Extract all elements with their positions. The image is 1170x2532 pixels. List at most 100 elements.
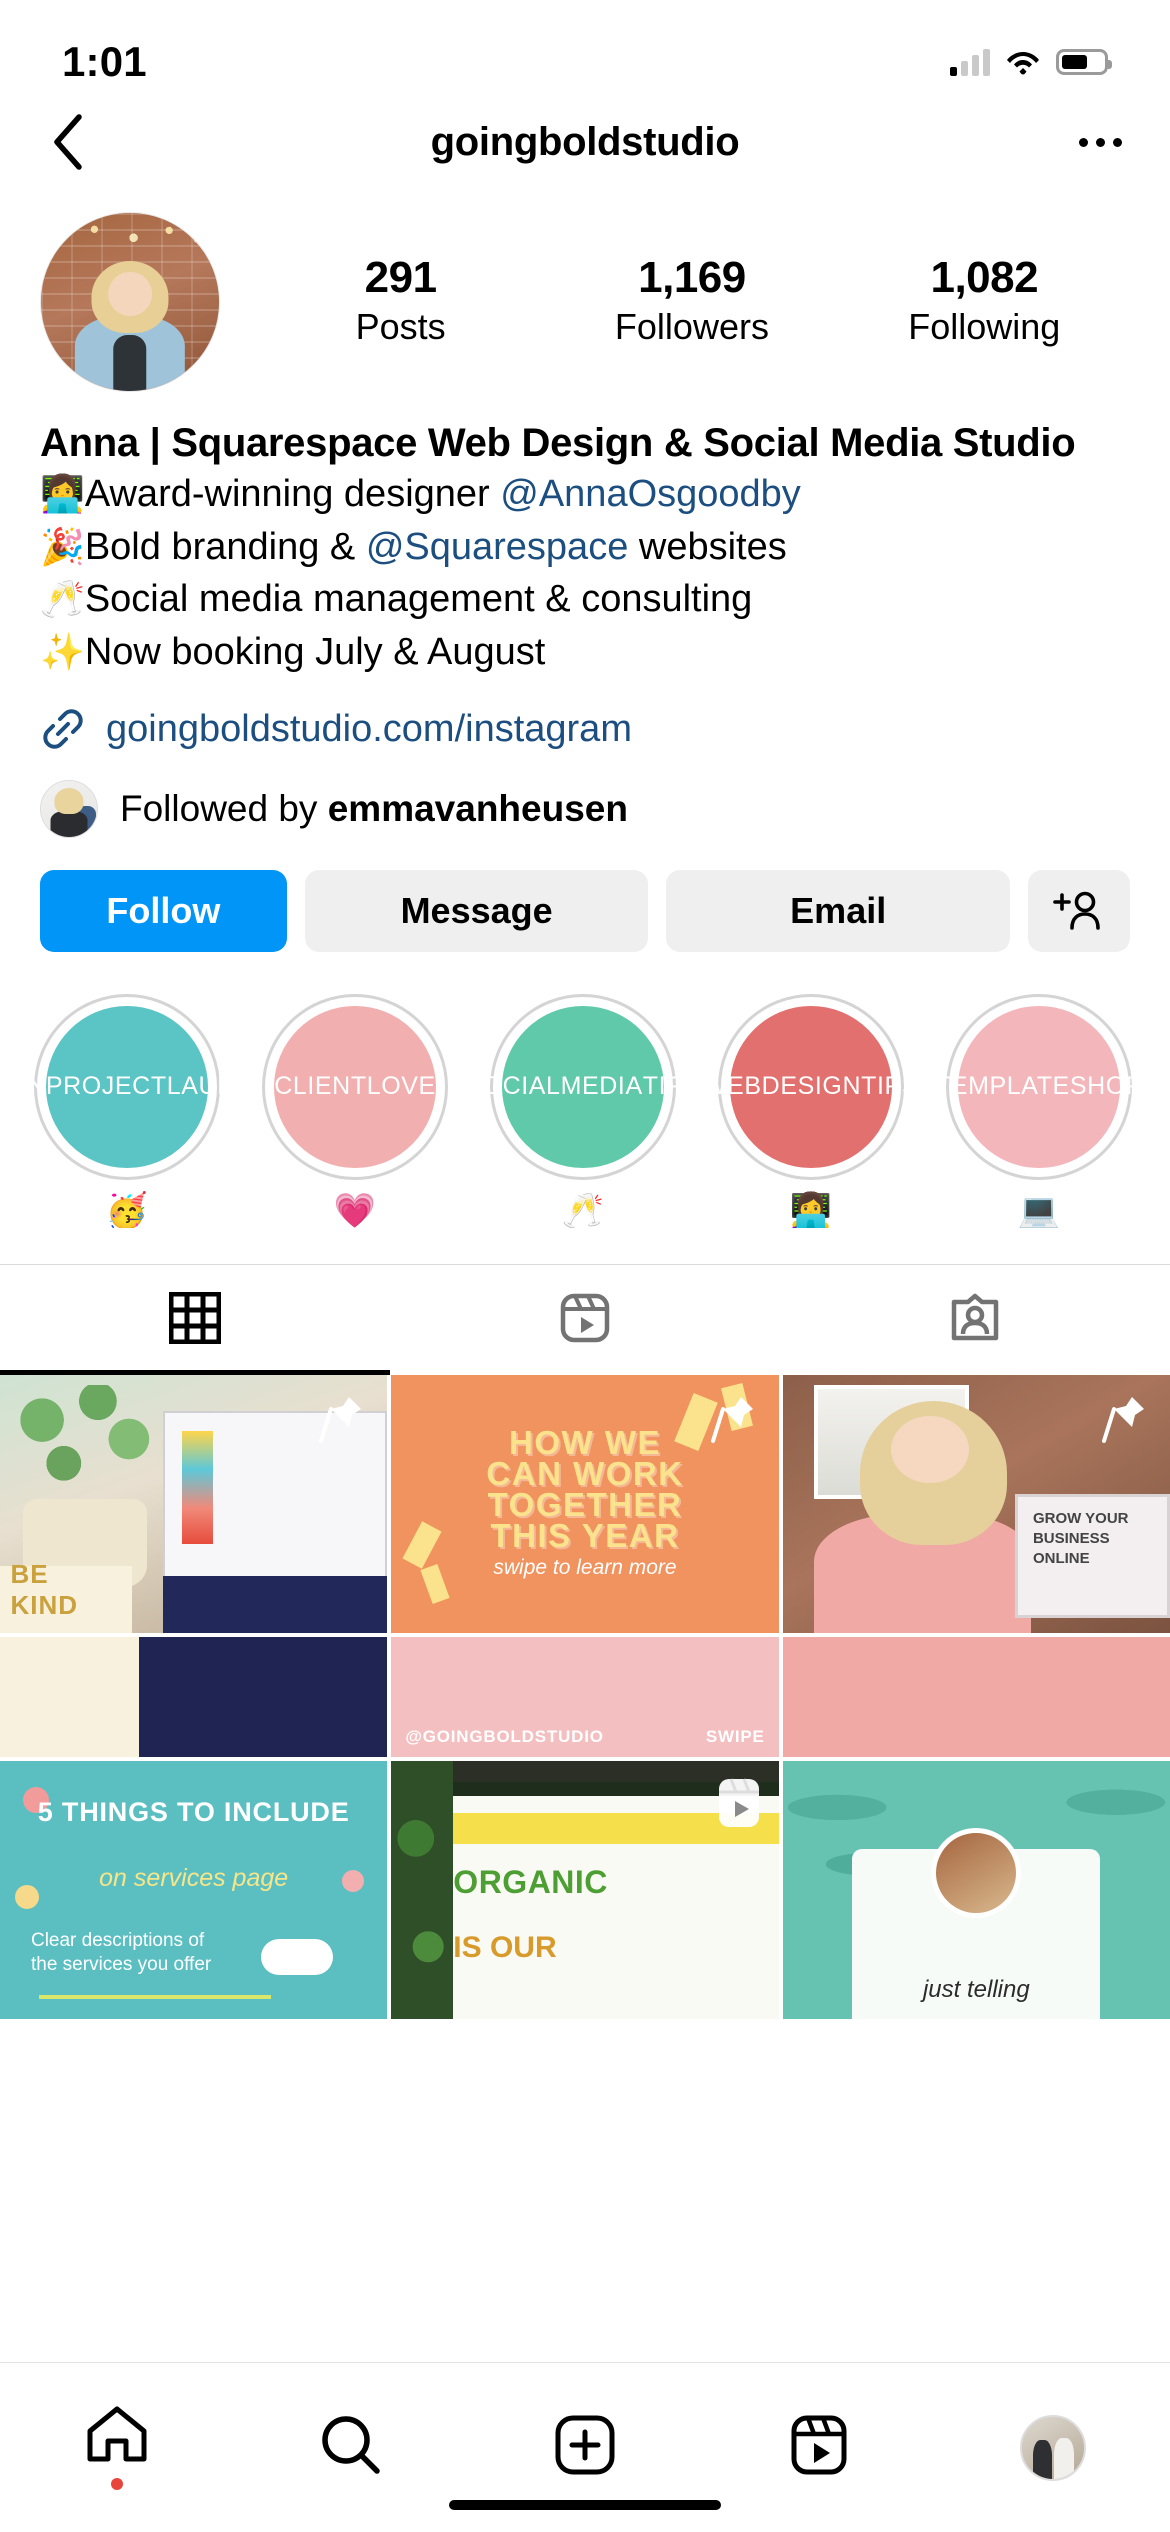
grid-post-woman-laptop-bottom[interactable] [783,1637,1170,1757]
highlight-social-media-tips[interactable]: SOCIALMEDIATIPS 🥂 [490,994,676,1228]
post5-line-1: ORGANIC [453,1864,608,1901]
post5-line-2: IS OUR [453,1931,556,1965]
post2-line-4: THIS YEAR [391,1517,778,1555]
stat-following[interactable]: 1,082 Following [908,253,1060,351]
nav-profile[interactable] [936,2415,1170,2481]
swipe-bar: @GOINGBOLDSTUDIO SWIPE [391,1717,778,1757]
highlight-ring: SOCIALMEDIATIPS [490,994,676,1180]
battery-icon [1056,49,1108,75]
post4-subheading: on services page [0,1864,387,1893]
message-button[interactable]: Message [305,870,649,952]
stat-followers[interactable]: 1,169 Followers [615,253,769,351]
tab-tagged[interactable] [780,1265,1170,1375]
bio-line-1: 👩‍💻Award-winning designer @AnnaOsgoodby [40,468,1130,520]
bio-line-2-tail: websites [628,526,786,568]
grid-post-how-we-can-work-bottom[interactable]: @GOINGBOLDSTUDIO SWIPE [391,1637,778,1757]
tab-grid[interactable] [0,1265,390,1375]
search-icon [320,2414,382,2481]
card-avatar-art [931,1828,1021,1918]
bio-line-2: 🎉Bold branding & @Squarespace websites [40,521,1130,573]
pin-icon [711,1393,757,1445]
pin-icon [319,1393,365,1445]
more-options-icon[interactable] [1070,114,1130,170]
post6-signature: just telling [783,1976,1170,2004]
stat-posts-label: Posts [326,304,476,351]
woman-technologist-emoji: 👩‍💻 [40,473,85,514]
follow-button[interactable]: Follow [40,870,287,952]
email-button[interactable]: Email [666,870,1010,952]
tagged-icon [949,1292,1001,1349]
highlight-design-project-launches[interactable]: DESIGNPROJECTLAUNCHES 🥳 [34,994,220,1228]
be-kind-text: BEKIND [11,1559,79,1621]
status-icons [950,48,1108,76]
be-kind-card: BEKIND [0,1566,132,1633]
grid-post-palm-profile[interactable]: just telling [783,1761,1170,2019]
post-grid: BEKIND HOW WE CAN WORK TOGETHER THIS YEA… [0,1375,1170,2019]
nav-create[interactable] [468,2415,702,2480]
profile-avatar-icon [1020,2415,1086,2481]
bio-link-text[interactable]: goingboldstudio.com/instagram [106,708,632,751]
grid-post-woman-laptop[interactable]: GROW YOUR BUSINESS ONLINE [783,1375,1170,1633]
stat-posts[interactable]: 291 Posts [326,253,476,351]
leaf-art [391,1761,453,2019]
create-icon [555,2415,615,2480]
back-chevron-icon[interactable] [40,114,96,170]
bio-line-3-text: Social media management & consulting [85,578,753,620]
wifi-icon [1006,49,1040,75]
add-person-button[interactable] [1028,870,1130,952]
followed-by-avatar [40,780,98,838]
grid-post-desk-laptop-bottom[interactable] [0,1637,387,1757]
highlight-cover: CLIENTLOVE [274,1006,436,1168]
profile-stats: 291 Posts 1,169 Followers 1,082 Followin… [220,253,1130,351]
status-time: 1:01 [62,38,147,86]
followed-by-username[interactable]: emmavanheusen [328,788,628,829]
profile-header: 291 Posts 1,169 Followers 1,082 Followin… [0,188,1170,392]
display-name: Anna | Squarespace Web Design & Social M… [40,418,1130,468]
highlight-label: 💻 [946,1194,1132,1228]
bio-line-4-text: Now booking July & August [85,631,546,673]
bio-link-row[interactable]: goingboldstudio.com/instagram [40,706,1130,752]
post2-handle: @GOINGBOLDSTUDIO [405,1727,603,1747]
sparkles-emoji: ✨ [40,631,85,672]
highlight-label: 🥂 [490,1194,676,1228]
post4-heading: 5 THINGS TO INCLUDE [0,1797,387,1828]
bio-line-2-text: Bold branding & [85,526,366,568]
bio-line-1-text: Award-winning designer [85,473,500,515]
highlight-label: 💗 [262,1194,448,1228]
keyboard-art [163,1576,388,1633]
laptop-screen-text: GROW YOUR BUSINESS ONLINE [1033,1509,1152,1603]
mention-squarespace[interactable]: @Squarespace [366,526,629,568]
grid-post-organic-video[interactable]: ORGANIC IS OUR [391,1761,778,2019]
nav-home[interactable] [0,2405,234,2490]
clinking-glasses-emoji: 🥂 [40,578,85,619]
stat-following-label: Following [908,304,1060,351]
highlight-web-design-tips[interactable]: WEBDESIGNTIPS 👩‍💻 [718,994,904,1228]
nav-search[interactable] [234,2414,468,2481]
face-art [891,1416,968,1483]
story-highlights: DESIGNPROJECTLAUNCHES 🥳 CLIENTLOVE 💗 SOC… [0,952,1170,1228]
profile-tabs [0,1264,1170,1375]
cellular-signal-icon [950,48,990,76]
grid-post-how-we-can-work[interactable]: HOW WE CAN WORK TOGETHER THIS YEAR swipe… [391,1375,778,1633]
avatar[interactable] [40,212,220,392]
followed-by-prefix: Followed by [120,788,328,829]
highlight-client-love[interactable]: CLIENTLOVE 💗 [262,994,448,1228]
action-buttons: Follow Message Email [0,838,1170,952]
highlight-ring: CLIENTLOVE [262,994,448,1180]
laptop-art: GROW YOUR BUSINESS ONLINE [1015,1494,1170,1618]
mention-annaosgoodby[interactable]: @AnnaOsgoodby [500,473,801,515]
highlight-ring: WEBDESIGNTIPS [718,994,904,1180]
highlight-cover: DESIGNPROJECTLAUNCHES [46,1006,208,1168]
reels-icon [559,1292,611,1349]
grid-post-5-things[interactable]: 5 THINGS TO INCLUDE on services page Cle… [0,1761,387,2019]
nav-reels[interactable] [702,2414,936,2481]
highlight-template-shop[interactable]: TEMPLATESHOP 💻 [946,994,1132,1228]
highlight-ring: DESIGNPROJECTLAUNCHES [34,994,220,1180]
followed-by-row[interactable]: Followed by emmavanheusen [40,780,1130,838]
tab-reels[interactable] [390,1265,780,1375]
grid-post-desk-laptop[interactable]: BEKIND [0,1375,387,1633]
highlight-label: 👩‍💻 [718,1194,904,1228]
home-indicator [449,2500,721,2510]
grid-icon [169,1292,221,1349]
reels-nav-icon [790,2414,848,2481]
